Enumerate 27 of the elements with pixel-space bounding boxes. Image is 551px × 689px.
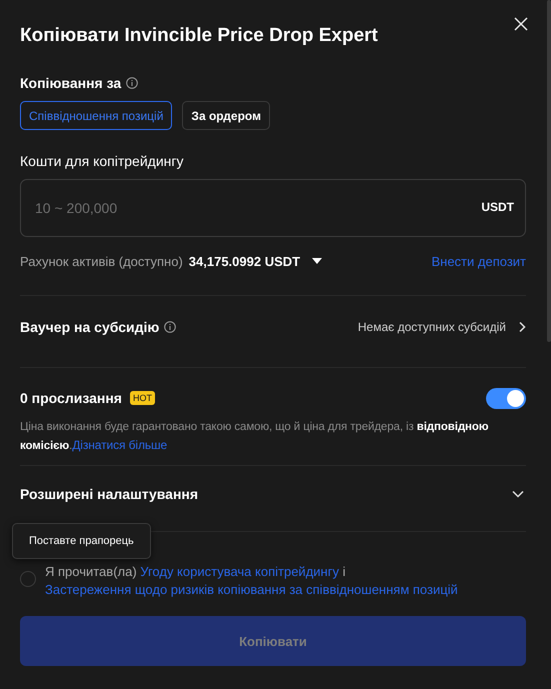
info-icon: [164, 320, 176, 332]
agreement-link[interactable]: Застереження щодо ризиків копіювання за співвідношенням позицій: [45, 582, 458, 597]
checkbox[interactable]: [20, 571, 36, 587]
mode-option[interactable]: Співвідношення позицій: [20, 101, 172, 130]
toggle-switch[interactable]: [486, 388, 526, 408]
hot-badge: HOT: [130, 391, 155, 405]
close-icon: [514, 17, 528, 31]
info-icon: [126, 77, 138, 89]
field-label: Кошти для копітрейдингу: [20, 153, 184, 169]
account-balance: 34,175.0992 USDT: [188, 254, 300, 268]
learn-more-link[interactable]: Дізнатися більше: [72, 438, 168, 452]
agreement-link[interactable]: Угоду користувача копітрейдингу: [140, 564, 339, 579]
agreement-text: Я прочитав(ла) Угоду користувача копітрейдингу і Застереження щодо ризиків копіювання за співвідношенням позицій: [45, 563, 459, 599]
section-label: 0 прослизання: [20, 390, 122, 406]
mode-option[interactable]: За ордером: [182, 101, 270, 130]
chevron-right-icon: [518, 320, 526, 332]
section-label: Ваучер на субсидію: [20, 318, 160, 334]
section-label: Розширені налаштування: [20, 486, 198, 502]
unit-label: USDT: [481, 200, 514, 214]
dialog-title: Копіювати Invincible Price Drop Expert: [20, 25, 378, 47]
tooltip: Поставте прапорець: [12, 523, 151, 559]
deposit-link[interactable]: Внести депозит: [431, 254, 526, 268]
dropdown-caret-icon: [312, 258, 322, 264]
account-label: Рахунок активів (доступно): [20, 254, 183, 268]
description-text: Ціна виконання буде гарантовано такою самою, що й ціна для трейдера, із відповідною комісією.Дізнатися більше: [20, 420, 490, 454]
voucher-status: Немає доступних субсидій: [358, 320, 506, 334]
section-label: Копіювання за: [20, 75, 122, 91]
